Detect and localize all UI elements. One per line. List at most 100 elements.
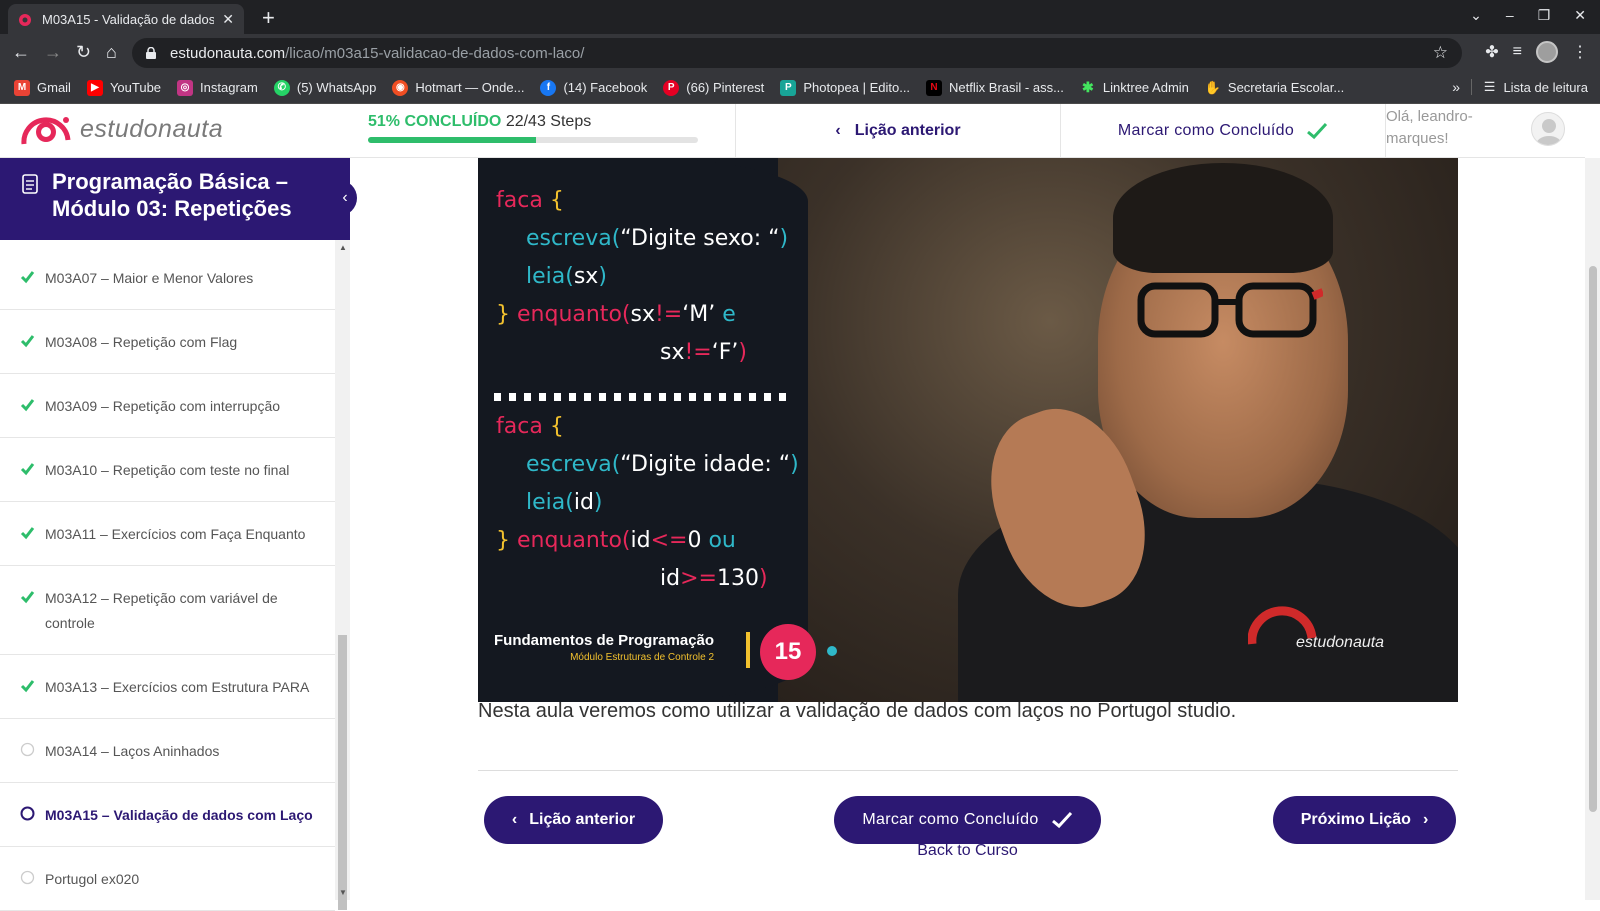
series-name: Fundamentos de Programação bbox=[494, 632, 715, 649]
content-divider bbox=[478, 770, 1458, 771]
bookmark-label: Linktree Admin bbox=[1102, 80, 1189, 95]
code-value: 130 bbox=[716, 566, 759, 591]
page-scrollbar[interactable] bbox=[1585, 158, 1600, 900]
video-watermark: estudonauta bbox=[1296, 634, 1385, 651]
reading-list-button[interactable]: ☰ Lista de leitura bbox=[1470, 79, 1588, 95]
bookmark-hotmart[interactable]: ◉ Hotmart — Onde... bbox=[392, 79, 524, 96]
lesson-video[interactable]: estudonauta faca { escreva(“Digite sexo:… bbox=[478, 158, 1458, 702]
header-previous-lesson[interactable]: ‹ Lição anterior bbox=[735, 104, 1060, 158]
code-brace: { bbox=[549, 188, 564, 213]
sidebar-collapse-button[interactable]: ‹ bbox=[333, 180, 357, 216]
page-scroll-thumb[interactable] bbox=[1589, 266, 1597, 812]
sidebar-lesson-item[interactable]: Portugol ex020 bbox=[0, 847, 335, 911]
profile-avatar[interactable] bbox=[1536, 41, 1558, 63]
chevron-left-icon: ‹ bbox=[835, 122, 841, 139]
scroll-up-arrow-icon[interactable]: ▲ bbox=[339, 243, 347, 252]
gmail-icon: M bbox=[14, 79, 30, 96]
code-keyword: enquanto( bbox=[517, 528, 631, 553]
bookmark-photopea[interactable]: P Photopea | Edito... bbox=[780, 79, 911, 96]
bookmark-pinterest[interactable]: P (66) Pinterest bbox=[663, 79, 765, 96]
site-logo[interactable]: estudonauta bbox=[18, 110, 223, 148]
lesson-label: Portugol ex020 bbox=[45, 871, 140, 887]
code-operator: >= bbox=[680, 566, 717, 591]
bookmark-label: Secretaria Escolar... bbox=[1227, 80, 1345, 95]
bookmark-secretaria[interactable]: ✋ Secretaria Escolar... bbox=[1205, 80, 1344, 96]
previous-lesson-button[interactable]: ‹ Lição anterior bbox=[484, 796, 663, 844]
pinterest-icon: P bbox=[663, 79, 680, 96]
media-control-icon[interactable]: ≡ bbox=[1513, 43, 1522, 61]
code-paren: ) bbox=[738, 340, 747, 365]
scroll-down-arrow-icon[interactable]: ▼ bbox=[339, 888, 347, 897]
code-logical: ou bbox=[708, 528, 736, 553]
back-icon[interactable]: ← bbox=[12, 42, 30, 62]
close-window-icon[interactable]: ✕ bbox=[1574, 7, 1586, 24]
sidebar-lesson-item[interactable]: M03A07 – Maior e Menor Valores bbox=[0, 246, 335, 310]
youtube-icon: ▶ bbox=[86, 79, 103, 96]
bookmark-instagram[interactable]: ◎ Instagram bbox=[177, 79, 258, 96]
next-lesson-button[interactable]: Próximo Lição › bbox=[1273, 796, 1456, 844]
code-line: faca { bbox=[496, 188, 564, 213]
extensions-icon[interactable]: ✤ bbox=[1485, 42, 1498, 62]
lesson-label: M03A13 – Exercícios com Estrutura PARA bbox=[45, 679, 310, 695]
sidebar-lesson-item[interactable]: M03A14 – Laços Aninhados bbox=[0, 719, 335, 783]
lesson-label: M03A15 – Validação de dados com Laço bbox=[45, 807, 313, 823]
tab-search-icon[interactable]: ⌄ bbox=[1470, 7, 1482, 24]
code-paren: ) bbox=[593, 490, 603, 515]
course-title[interactable]: Programação Básica – Módulo 03: Repetiçõ… bbox=[52, 168, 302, 222]
sidebar-lesson-item[interactable]: M03A13 – Exercícios com Estrutura PARA bbox=[0, 655, 335, 719]
forward-icon[interactable]: → bbox=[44, 42, 62, 62]
browser-tab-active[interactable]: M03A15 - Validação de dados ✕ bbox=[8, 4, 244, 34]
sidebar-scrollbar[interactable]: ▲ ▼ bbox=[335, 240, 350, 910]
sidebar-lesson-item[interactable]: M03A08 – Repetição com Flag bbox=[0, 310, 335, 374]
sidebar-lesson-item[interactable]: M03A12 – Repetição com variável de contr… bbox=[0, 566, 335, 655]
bookmark-label: Photopea | Edito... bbox=[803, 80, 911, 95]
address-bar[interactable]: estudonauta.com /licao/m03a15-validacao-… bbox=[132, 38, 1462, 68]
restore-icon[interactable]: ❐ bbox=[1538, 7, 1551, 24]
bookmark-youtube[interactable]: ▶ YouTube bbox=[86, 79, 162, 96]
url-path: /licao/m03a15-validacao-de-dados-com-lac… bbox=[285, 44, 585, 62]
sidebar-lesson-item[interactable]: M03A11 – Exercícios com Faça Enquanto bbox=[0, 502, 335, 566]
course-progress: 51% CONCLUÍDO 22/43 Steps bbox=[368, 113, 698, 143]
bookmark-label: (66) Pinterest bbox=[686, 80, 765, 95]
checkmark-icon bbox=[1051, 811, 1072, 829]
new-tab-button[interactable]: + bbox=[262, 5, 275, 31]
sidebar-lesson-item[interactable]: M03A15 – Validação de dados com Laço bbox=[0, 783, 335, 847]
code-line: leia(sx) bbox=[526, 264, 607, 289]
minimize-icon[interactable]: – bbox=[1506, 7, 1514, 24]
bookmark-gmail[interactable]: M Gmail bbox=[14, 79, 71, 96]
bookmark-netflix[interactable]: N Netflix Brasil - ass... bbox=[926, 79, 1064, 96]
presenter-glasses bbox=[1137, 282, 1323, 338]
bookmark-whatsapp[interactable]: ✆ (5) WhatsApp bbox=[273, 79, 377, 96]
user-avatar[interactable] bbox=[1531, 112, 1565, 146]
bookmark-linktree[interactable]: ✱ Linktree Admin bbox=[1080, 79, 1189, 96]
bookmarks-overflow-icon[interactable]: » bbox=[1452, 79, 1460, 95]
checkmark-icon bbox=[20, 680, 35, 693]
code-function: leia( bbox=[526, 490, 574, 515]
tab-close-icon[interactable]: ✕ bbox=[222, 11, 234, 28]
reload-icon[interactable]: ↻ bbox=[76, 42, 91, 62]
astronaut-logo-icon bbox=[21, 117, 71, 145]
code-variable: id bbox=[630, 528, 651, 553]
bookmark-label: (5) WhatsApp bbox=[296, 80, 377, 95]
episode-number-badge: 15 bbox=[760, 624, 816, 680]
progress-bar-fill bbox=[368, 137, 537, 143]
mark-complete-button[interactable]: Marcar como Concluído bbox=[834, 796, 1101, 844]
sidebar-lesson-item[interactable]: M03A10 – Repetição com teste no final bbox=[0, 438, 335, 502]
progress-bar bbox=[368, 137, 698, 143]
home-icon[interactable]: ⌂ bbox=[106, 42, 117, 62]
sidebar-scroll-thumb[interactable] bbox=[338, 635, 347, 910]
code-line: id>=130) bbox=[660, 566, 768, 591]
lesson-description: Nesta aula veremos como utilizar a valid… bbox=[478, 700, 1237, 722]
header-mark-complete[interactable]: Marcar como Concluído bbox=[1060, 104, 1385, 158]
code-value: 0 bbox=[687, 528, 702, 553]
back-to-course-link[interactable]: Back to Curso bbox=[834, 842, 1101, 860]
code-line: escreva(“Digite sexo: “) bbox=[526, 226, 788, 251]
bookmark-label: YouTube bbox=[109, 80, 162, 95]
browser-menu-icon[interactable]: ⋮ bbox=[1572, 42, 1588, 62]
current-circle-icon bbox=[20, 806, 35, 821]
user-menu[interactable]: Olá, leandro-marques! bbox=[1385, 104, 1585, 158]
code-line: leia(id) bbox=[526, 490, 603, 515]
sidebar-lesson-item[interactable]: M03A09 – Repetição com interrupção bbox=[0, 374, 335, 438]
bookmark-facebook[interactable]: f (14) Facebook bbox=[540, 79, 647, 96]
bookmark-star-icon[interactable]: ☆ bbox=[1433, 43, 1448, 63]
